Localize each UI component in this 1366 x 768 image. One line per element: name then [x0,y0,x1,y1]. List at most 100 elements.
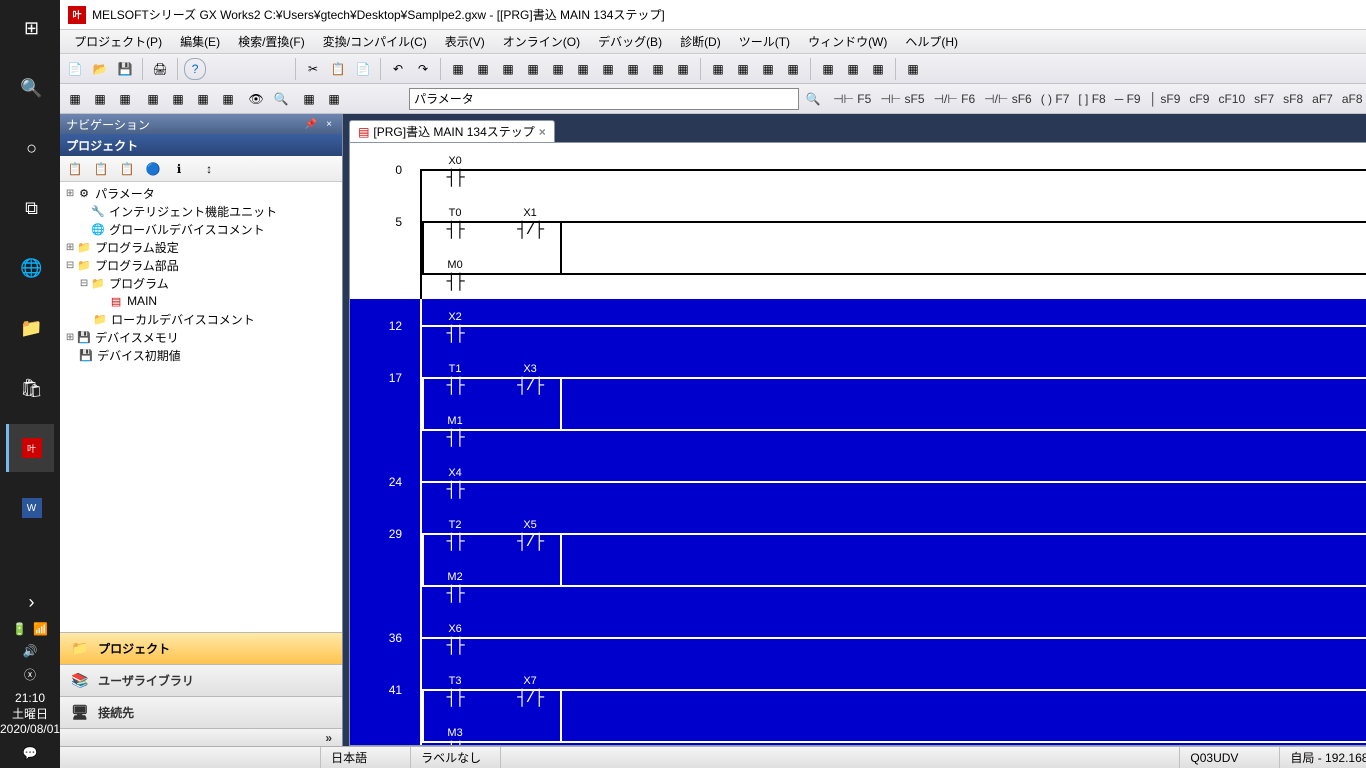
find-icon[interactable]: 👁 [245,88,267,110]
menu-debug[interactable]: デバッグ(B) [590,31,670,52]
tool-icon[interactable]: ▦ [757,58,779,80]
menu-help[interactable]: ヘルプ(H) [897,31,966,52]
ime-icon[interactable]: ⓧ [24,666,36,683]
tool-icon[interactable]: ▦ [902,58,924,80]
project-tree[interactable]: ⊞⚙パラメータ 🔧インテリジェント機能ユニット 🌐グローバルデバイスコメント ⊞… [60,182,342,632]
contact[interactable]: T0┤├ [435,205,475,239]
battery-icon[interactable]: 🔋 [12,622,27,636]
tree-item-parameter[interactable]: ⊞⚙パラメータ [60,184,342,202]
tool-icon[interactable]: ▦ [707,58,729,80]
ladder-editor[interactable]: 0X0┤├K10(T0)5T0┤├X1┤/├(M0)M0┤├[INCPD0]12… [349,142,1366,746]
open-icon[interactable]: 📂 [89,58,111,80]
tool-icon[interactable]: ▦ [522,58,544,80]
tool-icon[interactable]: ▦ [217,88,239,110]
menu-tool[interactable]: ツール(T) [731,31,798,52]
tool-icon[interactable]: ▦ [622,58,644,80]
tool-icon[interactable]: ▦ [647,58,669,80]
tree-item-progparts[interactable]: ⊟📁プログラム部品 [60,256,342,274]
print-icon[interactable]: 🖨 [149,58,171,80]
menu-view[interactable]: 表示(V) [437,31,493,52]
chevron-right-icon[interactable]: › [6,590,54,614]
tool-icon[interactable]: ▦ [597,58,619,80]
cortana-icon[interactable]: ○ [6,124,54,172]
save-icon[interactable]: 💾 [114,58,136,80]
tool-icon[interactable]: ▦ [782,58,804,80]
cut-icon[interactable]: ✂ [302,58,324,80]
redo-icon[interactable]: ↷ [412,58,434,80]
tool-icon[interactable]: ▦ [817,58,839,80]
tool-icon[interactable]: ▦ [547,58,569,80]
new-icon[interactable]: 📄 [64,58,86,80]
ladder-rung[interactable]: 17T1┤├X3┤/├(M1)M1┤├[INCPD1] [350,351,1366,455]
find-icon[interactable]: 🔍 [270,88,292,110]
notifications-icon[interactable]: 💬 [23,746,38,760]
tool-icon[interactable]: ▦ [497,58,519,80]
contact-nc[interactable]: X3┤/├ [510,361,550,395]
paste-icon[interactable]: 📄 [352,58,374,80]
edge-icon[interactable]: 🌐 [6,244,54,292]
ladder-rung[interactable]: 29T2┤├X5┤/├(M2)M2┤├[INCPD2] [350,507,1366,611]
tool-icon[interactable]: ▦ [672,58,694,80]
nav-tab-project[interactable]: 📁プロジェクト [60,632,342,664]
tool-icon[interactable]: ℹ [168,158,190,180]
tool-icon[interactable]: ▦ [114,88,136,110]
tree-item-progset[interactable]: ⊞📁プログラム設定 [60,238,342,256]
menu-project[interactable]: プロジェクト(P) [66,31,170,52]
contact[interactable]: X4┤├ [435,465,475,499]
tool-icon[interactable]: ▦ [64,88,86,110]
store-icon[interactable]: 🛍 [6,364,54,412]
contact-nc[interactable]: X1┤/├ [510,205,550,239]
volume-icon[interactable]: 🔊 [23,644,38,658]
nav-tab-userlib[interactable]: 📚ユーザライブラリ [60,664,342,696]
contact[interactable]: M1┤├ [435,413,475,447]
wifi-icon[interactable]: 📶 [33,622,48,636]
contact[interactable]: T1┤├ [435,361,475,395]
tool-icon[interactable]: ▦ [867,58,889,80]
contact[interactable]: X2┤├ [435,309,475,343]
tree-item-main[interactable]: ▤MAIN [60,292,342,310]
tool-icon[interactable]: ▦ [298,88,320,110]
copy-icon[interactable]: 📋 [327,58,349,80]
nav-tab-connection[interactable]: 🖥接続先 [60,696,342,728]
menu-diag[interactable]: 診断(D) [672,31,729,52]
tool-icon[interactable]: ▦ [142,88,164,110]
contact[interactable]: T3┤├ [435,673,475,707]
ladder-rung[interactable]: 5T0┤├X1┤/├(M0)M0┤├[INCPD0] [350,195,1366,299]
ladder-rung[interactable]: 36X6┤├K10(T3) [350,611,1366,663]
tree-item-global[interactable]: 🌐グローバルデバイスコメント [60,220,342,238]
taskview-icon[interactable]: ⧉ [6,184,54,232]
contact[interactable]: X0┤├ [435,153,475,187]
tool-icon[interactable]: ▦ [89,88,111,110]
tree-item-program[interactable]: ⊟📁プログラム [60,274,342,292]
parameter-combo[interactable]: パラメータ [409,88,799,110]
close-icon[interactable]: × [539,125,546,139]
contact[interactable]: M0┤├ [435,257,475,291]
tool-icon[interactable]: ▦ [167,88,189,110]
word-icon[interactable]: W [6,484,54,532]
explorer-icon[interactable]: 📁 [6,304,54,352]
tree-item-intel[interactable]: 🔧インテリジェント機能ユニット [60,202,342,220]
contact[interactable]: X6┤├ [435,621,475,655]
search-icon[interactable]: 🔍 [6,64,54,112]
ladder-rung[interactable]: 24X4┤├K10(T2) [350,455,1366,507]
pin-icon[interactable]: 📌 [304,117,318,131]
menu-compile[interactable]: 変換/コンパイル(C) [315,31,435,52]
start-button[interactable]: ⊞ [6,4,54,52]
undo-icon[interactable]: ↶ [387,58,409,80]
contact-nc[interactable]: X7┤/├ [510,673,550,707]
menu-edit[interactable]: 編集(E) [172,31,228,52]
menu-online[interactable]: オンライン(O) [495,31,588,52]
app-gxworks-icon[interactable]: 叶 [6,424,54,472]
menu-window[interactable]: ウィンドウ(W) [800,31,895,52]
menu-find[interactable]: 検索/置換(F) [230,31,313,52]
tree-item-devinit[interactable]: 💾デバイス初期値 [60,346,342,364]
tool-icon[interactable]: ▦ [447,58,469,80]
tool-icon[interactable]: ▦ [472,58,494,80]
tool-icon[interactable]: 📋 [116,158,138,180]
search-icon[interactable]: 🔍 [802,88,824,110]
help-icon[interactable]: ? [184,58,206,80]
tool-icon[interactable]: 📋 [64,158,86,180]
contact[interactable]: M2┤├ [435,569,475,603]
contact-nc[interactable]: X5┤/├ [510,517,550,551]
tool-icon[interactable]: ▦ [323,88,345,110]
